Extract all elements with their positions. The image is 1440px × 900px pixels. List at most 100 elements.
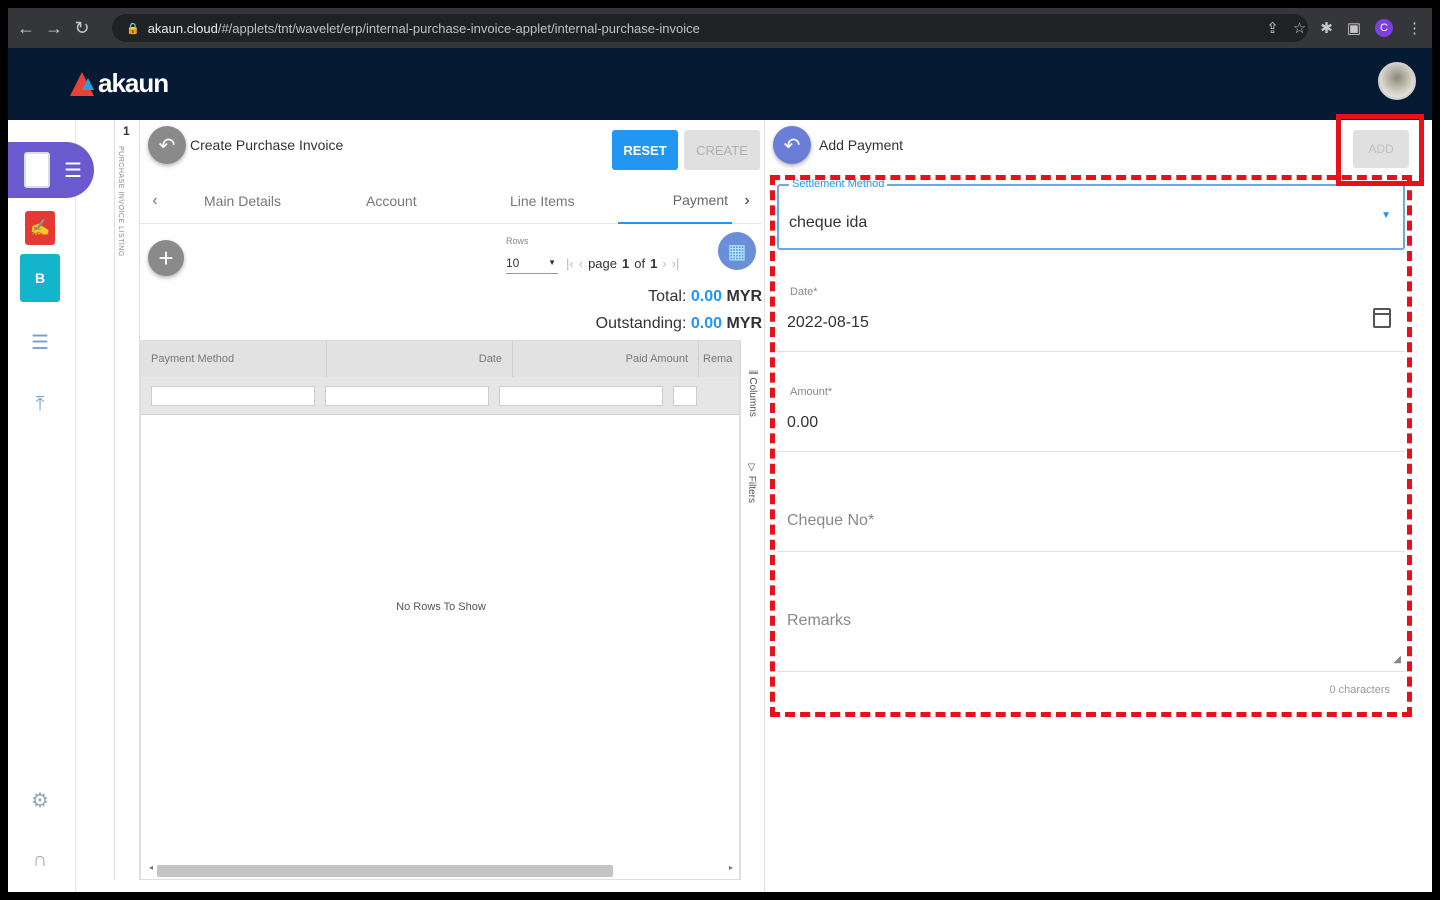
pdf-icon: ✍ (25, 211, 55, 245)
tab-bar: ‹ Main Details Account Line Items Paymen… (140, 178, 762, 224)
add-payment-button[interactable]: + (148, 240, 184, 276)
settlement-method-value: cheque ida (789, 214, 868, 231)
total-line: Total: 0.00 MYR (648, 288, 762, 306)
total-label: Total: (648, 288, 687, 305)
filter-paid-amount-input[interactable] (499, 385, 663, 406)
dropdown-caret-icon: ▼ (548, 258, 556, 267)
tab-scroll-left-icon[interactable]: ‹ (140, 192, 170, 210)
share-icon[interactable]: ⇪ (1266, 19, 1279, 37)
last-page-icon[interactable]: ›| (672, 256, 680, 271)
grid-filter-row (141, 377, 739, 415)
reset-button[interactable]: RESET (612, 130, 678, 170)
browser-toolbar: ← → ↻ 🔒 akaun.cloud /#/applets/tnt/wavel… (8, 8, 1432, 48)
date-field[interactable]: Date* 2022-08-15 (777, 286, 1405, 352)
sidepanel-icon[interactable]: ▣ (1347, 19, 1361, 37)
plus-icon: + (158, 242, 174, 273)
listing-strip[interactable]: 1 PURCHASE INVOICE LISTING (114, 120, 140, 880)
settlement-method-label: Settlement Method (789, 178, 888, 190)
logo-triangle-icon (70, 71, 94, 96)
scroll-left-icon[interactable]: ◂ (149, 863, 153, 872)
calendar-icon[interactable] (1373, 308, 1391, 328)
columns-tool[interactable]: ⫼ Columns (746, 370, 758, 417)
filter-remarks-input[interactable] (673, 385, 697, 406)
url-domain: akaun.cloud (147, 20, 218, 36)
total-pages: 1 (650, 256, 658, 271)
menu-collapse-icon[interactable]: ☰ (64, 158, 82, 183)
strip-number: 1 (123, 124, 130, 138)
remarks-textarea[interactable]: Remarks ◢ (777, 586, 1405, 672)
filter-date-input[interactable] (325, 385, 489, 406)
resize-grip-icon[interactable]: ◢ (1393, 654, 1401, 665)
outstanding-value: 0.00 (690, 315, 722, 332)
amount-label: Amount* (787, 386, 836, 398)
tab-account[interactable]: Account (366, 178, 417, 224)
next-page-icon[interactable]: › (662, 256, 666, 271)
list-icon[interactable]: ☰ (20, 322, 60, 362)
extensions-icon[interactable]: ✱ (1320, 19, 1333, 37)
pagination: |‹ ‹ page 1 of 1 › ›| (566, 256, 679, 271)
scroll-right-icon[interactable]: ▸ (729, 863, 733, 872)
amount-field[interactable]: Amount* 0.00 (777, 386, 1405, 452)
star-icon[interactable]: ☆ (1293, 19, 1306, 37)
grid-header: Payment Method Date Paid Amount Rema (141, 341, 739, 377)
filter-payment-method-input[interactable] (151, 385, 315, 406)
sidebar-item-purchase-invoice[interactable]: ☰ (8, 142, 94, 198)
sidebar-item-document[interactable]: B (20, 254, 60, 302)
reload-icon[interactable]: ↻ (68, 14, 96, 42)
url-path: /#/applets/tnt/wavelet/erp/internal-purc… (217, 20, 700, 36)
back-button-payment[interactable]: ↶ (773, 126, 811, 164)
settlement-method-select[interactable]: Settlement Method cheque ida ▼ (777, 178, 1405, 250)
undo-arrow-icon: ↶ (783, 134, 801, 157)
date-value: 2022-08-15 (787, 314, 869, 331)
outstanding-line: Outstanding: 0.00 MYR (596, 315, 762, 333)
profile-avatar[interactable]: C (1375, 19, 1393, 37)
gear-icon[interactable]: ⚙ (20, 780, 60, 820)
horizontal-scrollbar[interactable]: ◂ ▸ (149, 863, 733, 877)
col-payment-method[interactable]: Payment Method (141, 341, 327, 377)
columns-tool-label: Columns (747, 377, 758, 417)
date-label: Date* (787, 286, 821, 298)
grid-icon: ▦ (727, 240, 747, 263)
rows-label: Rows (506, 236, 529, 246)
scrollbar-thumb[interactable] (157, 865, 613, 877)
col-paid-amount[interactable]: Paid Amount (513, 341, 699, 377)
user-avatar[interactable] (1378, 62, 1416, 100)
filter-icon: ▽ (746, 462, 757, 476)
clipboard-icon (24, 152, 50, 188)
main-area: ☰ ✍ B ☰ ⤒ ⚙ ∩ 1 PURCHASE INVOICE LISTING… (8, 120, 1432, 892)
grid-view-button[interactable]: ▦ (718, 232, 756, 270)
address-bar[interactable]: 🔒 akaun.cloud /#/applets/tnt/wavelet/erp… (112, 14, 1308, 42)
total-value: 0.00 (690, 288, 722, 305)
col-date[interactable]: Date (327, 341, 513, 377)
tab-scroll-right-icon[interactable]: › (732, 192, 762, 210)
col-remarks[interactable]: Rema (699, 341, 739, 377)
menu-dots-icon[interactable]: ⋮ (1407, 19, 1422, 37)
current-page: 1 (621, 256, 630, 271)
create-button[interactable]: CREATE (684, 130, 760, 170)
remarks-char-count: 0 characters (1329, 684, 1390, 696)
filters-tool[interactable]: ▽ Filters (746, 462, 757, 503)
undo-arrow-icon: ↶ (158, 134, 176, 157)
document-icon: B (20, 254, 60, 302)
prev-page-icon[interactable]: ‹ (579, 256, 583, 271)
back-arrow-icon[interactable]: ← (12, 14, 40, 42)
akaun-logo[interactable]: akaun (70, 68, 169, 99)
tab-payment[interactable]: Payment (618, 178, 732, 224)
upload-icon[interactable]: ⤒ (20, 384, 60, 424)
app-header: akaun (8, 48, 1432, 120)
add-button[interactable]: ADD (1353, 130, 1409, 168)
tab-main-details[interactable]: Main Details (204, 178, 281, 224)
of-word: of (634, 256, 646, 271)
first-page-icon[interactable]: |‹ (566, 256, 574, 271)
total-currency: MYR (726, 288, 762, 305)
back-button[interactable]: ↶ (148, 126, 186, 164)
rows-value: 10 (506, 255, 520, 270)
forward-arrow-icon[interactable]: → (40, 14, 68, 42)
sidebar-item-pdf[interactable]: ✍ (20, 208, 60, 248)
rows-per-page-select[interactable]: 10 ▼ (506, 252, 558, 274)
headset-icon[interactable]: ∩ (20, 840, 60, 880)
cheque-no-placeholder: Cheque No* (787, 512, 875, 529)
tab-line-items[interactable]: Line Items (510, 178, 575, 224)
cheque-no-field[interactable]: Cheque No* (777, 486, 1405, 552)
remarks-placeholder: Remarks (787, 612, 852, 629)
